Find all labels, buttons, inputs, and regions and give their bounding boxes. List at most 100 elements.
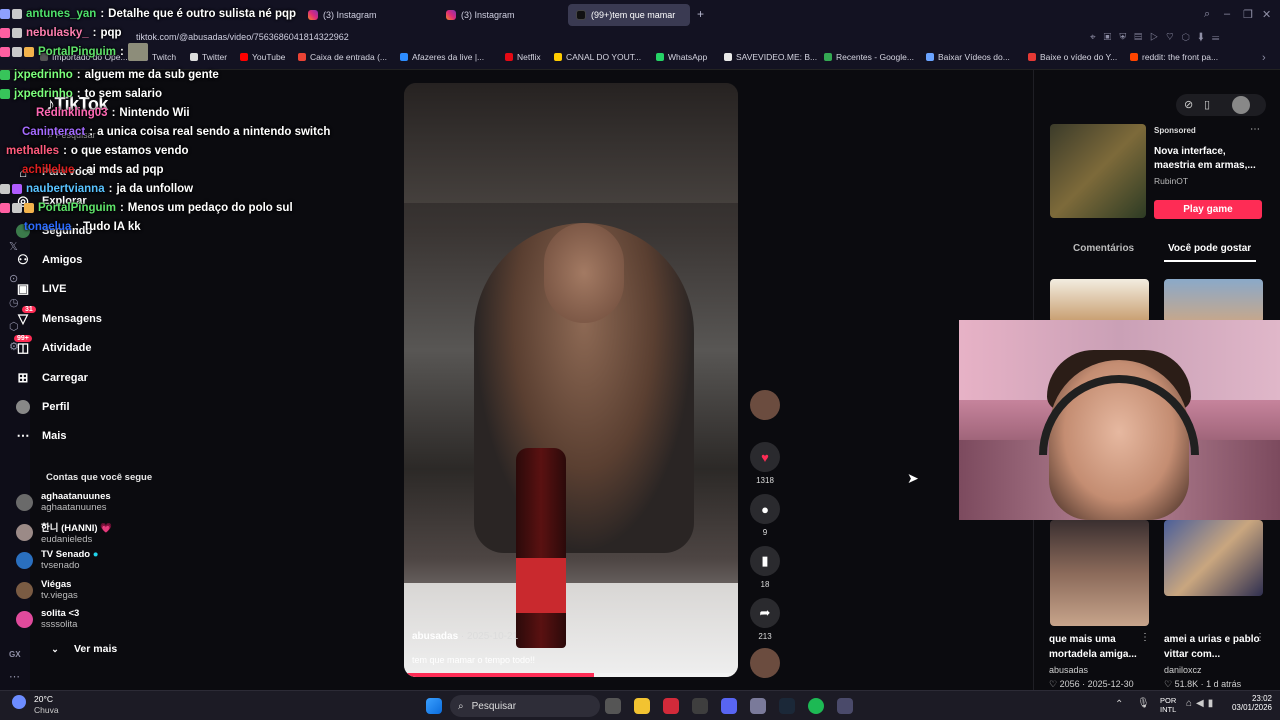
messages-badge: 31 [22,306,36,313]
video-author[interactable]: abusadas · 2025-10-21 [412,631,518,642]
heart-outline-icon: ♡ [1164,679,1175,689]
extension-icons[interactable]: ⌖▣⛨▤▷♡⬡⬇☰ [1090,32,1227,43]
nav-messages[interactable]: ▽ 31 Mensagens [16,306,102,326]
following-account[interactable]: Viégas tv.viegas [16,579,78,601]
close-icon[interactable]: ✕ [1262,8,1271,21]
tab-instagram-2[interactable]: (3) Instagram [438,4,560,26]
tab-instagram-1[interactable]: (3) Instagram [300,4,430,26]
more-options-icon[interactable]: ⋮ [1255,632,1265,643]
more-options-icon[interactable]: ⋮ [1140,632,1150,643]
sound-avatar-button[interactable] [750,648,780,682]
chevron-right-icon[interactable]: › [1262,52,1266,64]
video-thumbnail[interactable] [1050,279,1149,323]
video-caption: tem que mamar o tempo todo!! [412,655,536,665]
heart-icon: ♥ [750,442,780,472]
video-thumbnail[interactable] [1164,520,1263,596]
video-thumbnail[interactable] [1050,520,1149,626]
system-tray-icons[interactable]: ⌂◀▮ [1186,698,1217,709]
bookmark-item[interactable]: WhatsApp [656,52,707,62]
compass-icon[interactable]: ⊘ [1184,98,1193,111]
taskbar-search[interactable]: ⌕ Pesquisar [450,695,600,717]
microphone-icon[interactable]: 🎙 [1137,698,1150,709]
opera-gx-icon[interactable] [663,698,679,714]
weather-icon[interactable] [12,695,26,709]
bookmark-item[interactable]: Baixe o vídeo do Y... [1028,52,1117,62]
comment-icon: ● [750,494,780,524]
following-account[interactable]: aghaatanuunes aghaatanuunes [16,491,111,513]
bookmark-item[interactable]: YouTube [240,52,285,62]
heart-outline-icon: ♡ [1049,679,1060,689]
following-account[interactable]: 한니 (HANNI) 💗 eudanieleds [16,520,112,545]
avatar[interactable] [1232,96,1250,114]
sponsored-label: Sponsored [1154,126,1196,135]
tab-tiktok[interactable]: (99+)tem que mamar [568,4,690,26]
clock[interactable]: 23:02 03/01/2026 [1222,694,1272,712]
spotify-icon[interactable] [808,698,824,714]
weather-temp[interactable]: 20°C [34,694,53,704]
search-icon[interactable]: ⌕ [1204,8,1210,21]
video-player[interactable]: abusadas · 2025-10-21 tem que mamar o te… [404,83,738,677]
file-explorer-icon[interactable] [634,698,650,714]
avatar [750,648,780,678]
following-account[interactable]: solita <3 ssssolita [16,608,79,630]
history-icon[interactable]: ◷ [9,296,19,309]
nav-more[interactable]: ⋯ Mais [16,428,67,443]
profile-icon [16,400,30,414]
tab-you-may-like[interactable]: Você pode gostar [1168,243,1251,254]
nav-activity[interactable]: ◫ 99+ Atividade [14,335,92,355]
nav-profile[interactable]: Perfil [16,400,70,414]
emote-icon [127,42,148,61]
nav-live[interactable]: ▣ LIVE [16,281,67,296]
bookmark-item[interactable]: Caixa de entrada (... [298,52,387,62]
task-view-icon[interactable] [605,698,621,714]
app-icon[interactable] [750,698,766,714]
comment-button[interactable]: ● 9 [750,494,780,537]
avatar [16,493,33,511]
nav-friends[interactable]: ⚇ Amigos [16,252,82,267]
save-button[interactable]: ▮ 18 [750,546,780,589]
card-author[interactable]: abusadas [1049,665,1088,675]
card-author[interactable]: daniloxcz [1164,665,1202,675]
video-progress-bar[interactable] [404,673,738,677]
maximize-icon[interactable]: ❐ [1243,8,1253,21]
bookmark-item[interactable]: Twitter [190,52,227,62]
like-button[interactable]: ♥ 1318 [750,442,780,485]
ad-title: Nova interface, maestria em armas,... [1154,146,1256,171]
video-thumbnail[interactable] [1164,279,1263,323]
bookmark-item[interactable]: Netflix [505,52,541,62]
bookmark-item[interactable]: Afazeres da live |... [400,52,484,62]
tab-comments[interactable]: Comentários [1073,243,1134,254]
bookmark-icon: ▮ [750,546,780,576]
app-icon[interactable] [692,698,708,714]
tiktok-icon [576,10,586,20]
nav-upload[interactable]: ⊞ Carregar [16,370,88,385]
windows-start-icon[interactable] [426,698,442,714]
chat-badges [0,46,34,57]
steam-icon[interactable] [779,698,795,714]
play-game-button[interactable]: Play game [1154,200,1262,219]
card-title[interactable]: amei a urias e pablo vittar com... [1164,632,1260,662]
share-button[interactable]: ➦ 213 [750,598,780,641]
app-icon[interactable] [837,698,853,714]
discord-icon[interactable] [721,698,737,714]
address-bar[interactable]: tiktok.com/@abusadas/video/7563686041814… [0,30,1280,48]
author-avatar-button[interactable] [750,390,780,424]
see-more-button[interactable]: ⌄ Ver mais [48,642,117,656]
chat-badges [0,88,10,99]
minimize-icon[interactable]: – [1224,8,1230,20]
phone-icon[interactable]: ▯ [1204,98,1210,111]
avatar [16,551,33,569]
bookmark-item[interactable]: reddit: the front pa... [1130,52,1218,62]
chevron-up-icon[interactable]: ⌃ [1115,699,1123,710]
bookmark-item[interactable]: SAVEVIDEO.ME: B... [724,52,817,62]
bookmark-item[interactable]: Recentes - Google... [824,52,914,62]
card-title[interactable]: que mais uma mortadela amiga... [1049,632,1145,662]
more-icon[interactable]: ⋯ [9,670,20,683]
url-text[interactable]: tiktok.com/@abusadas/video/7563686041814… [136,32,349,42]
bookmark-item[interactable]: Baixar Vídeos do... [926,52,1010,62]
new-tab-button[interactable]: + [697,7,704,21]
input-language[interactable]: POR INTL [1160,696,1176,714]
following-account[interactable]: TV Senado ● tvsenado [16,549,98,571]
bookmark-item[interactable]: CANAL DO YOUT... [554,52,641,62]
more-options-icon[interactable]: ⋯ [1250,124,1260,135]
